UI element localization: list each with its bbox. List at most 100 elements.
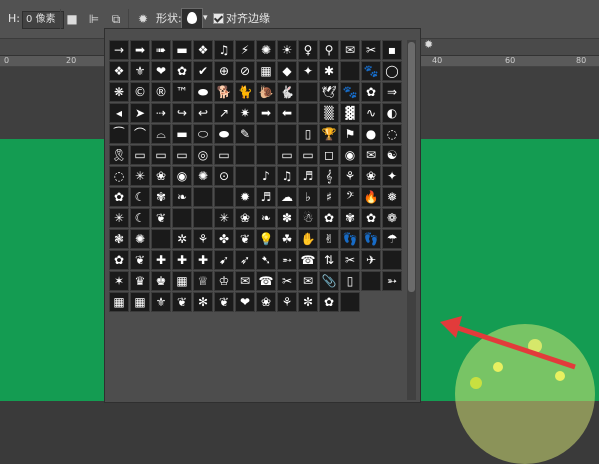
shape-cell[interactable]: ✎ xyxy=(235,124,255,144)
shape-cell[interactable] xyxy=(256,124,276,144)
shape-cell[interactable]: ♕ xyxy=(193,271,213,291)
gear-icon[interactable]: ✹ xyxy=(135,11,151,27)
shape-cell[interactable]: ⇅ xyxy=(319,250,339,270)
shape-cell[interactable]: ❀ xyxy=(151,166,171,186)
shape-cell[interactable]: ☎ xyxy=(298,250,318,270)
shape-cell[interactable]: ⊘ xyxy=(235,61,255,81)
panel-gear-icon[interactable]: ✹ xyxy=(424,38,433,51)
shape-cell[interactable]: ▭ xyxy=(130,145,150,165)
shape-cell[interactable]: ◉ xyxy=(172,166,192,186)
shape-cell[interactable]: ⚑ xyxy=(340,124,360,144)
shape-cell[interactable]: ☘ xyxy=(277,229,297,249)
shape-cell[interactable]: ✿ xyxy=(109,187,129,207)
shape-cell[interactable]: ✹ xyxy=(235,187,255,207)
shape-cell[interactable]: 𝄞 xyxy=(319,166,339,186)
shape-cell[interactable]: ♚ xyxy=(151,271,171,291)
shape-cell[interactable]: ❀ xyxy=(256,292,276,312)
shape-cell[interactable] xyxy=(382,250,402,270)
shape-cell[interactable]: ♛ xyxy=(130,271,150,291)
shape-cell[interactable]: ♔ xyxy=(214,271,234,291)
shape-cell[interactable]: ❁ xyxy=(382,208,402,228)
shape-cell[interactable]: ◂ xyxy=(109,103,129,123)
shape-cell[interactable]: ✉ xyxy=(298,271,318,291)
shape-cell[interactable]: ⚲ xyxy=(319,40,339,60)
shape-cell[interactable]: ▦ xyxy=(109,292,129,312)
shape-cell[interactable]: ☀ xyxy=(277,40,297,60)
shape-cell[interactable]: ➤ xyxy=(130,103,150,123)
shape-cell[interactable]: ✂ xyxy=(277,271,297,291)
shape-cell[interactable]: ⬭ xyxy=(193,124,213,144)
shape-cell[interactable]: ✚ xyxy=(172,250,192,270)
shape-cell[interactable]: © xyxy=(130,82,150,102)
shape-cell[interactable]: ➡ xyxy=(130,40,150,60)
shape-cell[interactable]: 🐾 xyxy=(340,82,360,102)
shape-cell[interactable]: ✂ xyxy=(361,40,381,60)
shape-cell[interactable]: ✱ xyxy=(319,61,339,81)
shape-cell[interactable]: ❦ xyxy=(130,250,150,270)
shape-cell[interactable]: ➠ xyxy=(151,40,171,60)
shape-cell[interactable]: ❧ xyxy=(172,187,192,207)
shape-cell[interactable]: ✿ xyxy=(319,292,339,312)
shape-cell[interactable]: ⬬ xyxy=(214,124,234,144)
shape-cell[interactable]: ⇢ xyxy=(151,103,171,123)
shape-cell[interactable]: ▓ xyxy=(340,103,360,123)
shape-cell[interactable]: ❅ xyxy=(382,187,402,207)
shape-cell[interactable]: ✾ xyxy=(340,208,360,228)
shape-cell[interactable] xyxy=(340,292,360,312)
shape-cell[interactable]: ♪ xyxy=(256,166,276,186)
shape-cell[interactable]: ✤ xyxy=(214,229,234,249)
shape-cell[interactable]: ✌ xyxy=(319,229,339,249)
shape-cell[interactable]: ◌ xyxy=(382,124,402,144)
shape-cell[interactable]: ☁ xyxy=(277,187,297,207)
shape-cell[interactable]: ▭ xyxy=(172,145,192,165)
shape-cell[interactable]: ✼ xyxy=(298,292,318,312)
shape-cell[interactable]: 📎 xyxy=(319,271,339,291)
shape-cell[interactable]: ✉ xyxy=(340,40,360,60)
shape-cell[interactable]: ™ xyxy=(172,82,192,102)
shape-cell[interactable]: ⚡ xyxy=(235,40,255,60)
shape-cell[interactable]: 🐕 xyxy=(214,82,234,102)
shape-cell[interactable]: ▦ xyxy=(172,271,192,291)
shape-cell[interactable] xyxy=(193,187,213,207)
shape-cell[interactable]: ❖ xyxy=(193,40,213,60)
shape-cell[interactable]: ✂ xyxy=(340,250,360,270)
align-edges-checkbox[interactable] xyxy=(213,13,224,24)
shape-cell[interactable]: ♭ xyxy=(298,187,318,207)
shape-cell[interactable]: 🕊 xyxy=(319,82,339,102)
shape-cell[interactable]: ▪ xyxy=(382,40,402,60)
shape-cell[interactable]: ✚ xyxy=(193,250,213,270)
shape-cell[interactable]: ⊕ xyxy=(214,61,234,81)
shape-cell[interactable]: ✶ xyxy=(109,271,129,291)
shape-cell[interactable]: ✦ xyxy=(298,61,318,81)
shape-cell[interactable]: ↩ xyxy=(193,103,213,123)
shape-cell[interactable]: ▦ xyxy=(256,61,276,81)
shape-cell[interactable]: ✾ xyxy=(151,187,171,207)
shape-cell[interactable] xyxy=(193,208,213,228)
shape-cell[interactable]: ➹ xyxy=(214,250,234,270)
shape-cell[interactable]: → xyxy=(109,40,129,60)
shape-cell[interactable]: ✈ xyxy=(361,250,381,270)
shape-cell[interactable]: ◐ xyxy=(382,103,402,123)
shape-cell[interactable]: 🔥 xyxy=(361,187,381,207)
shape-cell[interactable]: 🐇 xyxy=(277,82,297,102)
shape-cell[interactable] xyxy=(361,271,381,291)
shape-cell[interactable]: ✿ xyxy=(319,208,339,228)
shape-cell[interactable]: ♫ xyxy=(214,40,234,60)
shape-cell[interactable]: ☯ xyxy=(382,145,402,165)
shape-cell[interactable]: ∿ xyxy=(361,103,381,123)
shape-cell[interactable]: ◆ xyxy=(277,61,297,81)
shape-cell[interactable]: ✔ xyxy=(193,61,213,81)
shape-cell[interactable]: ✺ xyxy=(256,40,276,60)
align-icon[interactable]: ⊫ xyxy=(86,11,102,27)
shape-cell[interactable]: ● xyxy=(361,124,381,144)
shape-cell[interactable]: 𝄢 xyxy=(340,187,360,207)
shape-cell[interactable]: ✲ xyxy=(172,229,192,249)
shape-cell[interactable] xyxy=(214,187,234,207)
shape-cell[interactable]: ▯ xyxy=(298,124,318,144)
shape-cell[interactable]: ❖ xyxy=(109,61,129,81)
shape-cell[interactable]: ❃ xyxy=(109,229,129,249)
shape-cell[interactable]: ◻ xyxy=(319,145,339,165)
shape-cell[interactable]: ✽ xyxy=(277,208,297,228)
shape-cell[interactable]: ☾ xyxy=(130,208,150,228)
shape-cell[interactable] xyxy=(298,103,318,123)
